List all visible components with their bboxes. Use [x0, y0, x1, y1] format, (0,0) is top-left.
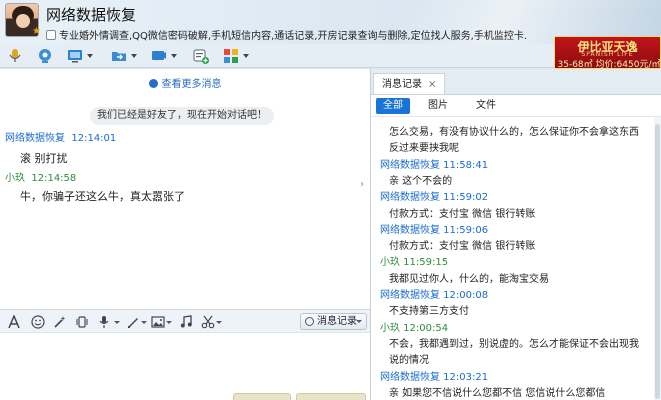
folder-arrow-icon [112, 52, 126, 61]
chevron-down-icon[interactable] [171, 54, 177, 58]
history-message-text: 亲 这个不会的 [389, 176, 453, 187]
add-chat-icon [193, 49, 209, 64]
remote-desktop-button[interactable] [66, 46, 93, 66]
history-tab-bar: 消息记录 × [371, 69, 661, 95]
history-sender-line: 网络数据恢复 12:03:21 [380, 372, 489, 383]
history-scrollbar-thumb[interactable] [655, 124, 660, 399]
history-sender-line: 网络数据恢复 11:59:06 [380, 225, 489, 236]
signature-text: 专业婚外情调查,QQ微信密码破解,手机短信内容,通话记录,开房记录查询与删除,定… [59, 31, 527, 42]
signature-edit-icon [46, 30, 56, 40]
message-sender-line: 网络数据恢复 12:14:01 [5, 129, 116, 144]
chevron-down-icon[interactable] [166, 321, 172, 324]
view-more-messages-link[interactable]: 查看更多消息 [0, 75, 370, 90]
send-button[interactable] [296, 393, 366, 400]
advertisement-banner[interactable]: 伊比亚天逸 SPANISH LIFE 35-68㎡ 均价:6450元/㎡ [554, 36, 661, 70]
image-icon[interactable] [150, 314, 166, 330]
tab-message-history[interactable]: 消息记录 × [373, 73, 446, 94]
chevron-down-icon[interactable] [131, 54, 137, 58]
screen-share-button[interactable] [150, 46, 177, 66]
history-message-text: 付款方式：支付宝 微信 银行转账 [389, 241, 536, 252]
input-toolbar: 消息记录 [0, 309, 370, 333]
history-filter-row: 全部 图片 文件 [371, 95, 661, 117]
webcam-icon [39, 49, 51, 63]
chevron-down-icon[interactable] [114, 321, 120, 324]
history-message-text: 我都见过你人，什么的，能淘宝交易 [389, 274, 549, 285]
close-icon[interactable]: × [428, 79, 436, 90]
chevron-down-icon[interactable] [87, 54, 93, 58]
message-text: 滚 别打扰 [20, 152, 68, 165]
shake-window-icon[interactable] [74, 314, 90, 330]
clock-icon [148, 79, 158, 88]
history-message-text: 不支持第三方支付 [389, 306, 469, 317]
chevron-down-icon [356, 320, 362, 323]
history-message-text: 反过来要挟我呢 [389, 143, 459, 154]
sender-name[interactable]: 小玖 [5, 173, 25, 184]
expand-panel-arrow-icon[interactable]: › [360, 179, 370, 199]
message-input[interactable] [0, 333, 370, 400]
screenshot-icon[interactable] [125, 314, 141, 330]
message-sender-line: 小玖 12:14:58 [5, 169, 76, 184]
create-group-button[interactable] [192, 46, 210, 66]
history-sender-line: 小玖 11:59:15 [380, 257, 449, 268]
magic-wand-icon[interactable] [52, 314, 68, 330]
vip-star-icon: ★ [32, 26, 41, 37]
send-file-button[interactable] [110, 46, 137, 66]
history-message-text: 亲 如果您不信说什么您都不信 您信说什么您都信 [389, 388, 606, 399]
message-text: 牛，你骗子还这么牛，真太嚣张了 [20, 190, 185, 203]
message-time: 12:14:01 [71, 133, 117, 144]
chat-message-area[interactable]: 查看更多消息 我们已经是好友了，现在开始对话吧！ 网络数据恢复 12:14:01… [0, 69, 370, 309]
message-time: 12:14:58 [31, 173, 77, 184]
history-message-text: 说的情况 [389, 355, 429, 366]
clock-icon [305, 317, 314, 326]
tab-label: 消息记录 [382, 79, 422, 90]
screen-share-icon [152, 51, 166, 60]
history-message-text: 付款方式：支付宝 微信 银行转账 [389, 209, 536, 220]
chevron-down-icon[interactable] [141, 321, 147, 324]
chevron-down-icon[interactable] [243, 54, 249, 58]
view-more-label: 查看更多消息 [161, 79, 222, 90]
close-button[interactable] [233, 393, 291, 400]
history-sender-line: 网络数据恢复 12:00:08 [380, 290, 489, 301]
history-sender-line: 小玖 12:00:54 [380, 323, 449, 334]
history-sender-line: 网络数据恢复 11:58:41 [380, 160, 489, 171]
filter-images[interactable]: 图片 [423, 98, 453, 114]
sender-name[interactable]: 网络数据恢复 [5, 133, 65, 144]
filter-all[interactable]: 全部 [376, 98, 410, 114]
microphone-icon [9, 49, 21, 62]
emoji-icon[interactable] [30, 314, 46, 330]
scissors-icon[interactable] [200, 314, 216, 330]
font-icon[interactable] [6, 314, 22, 330]
history-message-text: 不会，我都遇到过，别说虚的。怎么才能保证不会出现我 [389, 339, 639, 350]
contact-signature: 专业婚外情调查,QQ微信密码破解,手机短信内容,通话记录,开房记录查询与删除,定… [46, 27, 606, 42]
voice-call-button[interactable] [6, 46, 24, 66]
apps-button[interactable] [222, 46, 249, 66]
app-grid-icon [224, 49, 238, 63]
filter-files[interactable]: 文件 [469, 98, 503, 114]
history-message-text: 怎么交易，有没有协议什么的，怎么保证你不会拿这东西 [389, 127, 639, 138]
message-history-button[interactable]: 消息记录 [300, 313, 367, 330]
music-note-icon[interactable] [178, 314, 194, 330]
message-history-panel: 消息记录 × 全部 图片 文件 怎么交易，有没有协议什么的，怎么保证你不会拿这东西… [371, 69, 661, 400]
voice-message-icon[interactable] [96, 314, 112, 330]
system-message: 我们已经是好友了，现在开始对话吧！ [90, 107, 274, 125]
monitor-icon [68, 50, 82, 63]
message-history-label: 消息记录 [317, 316, 357, 327]
video-call-button[interactable] [36, 46, 54, 66]
history-sender-line: 网络数据恢复 11:59:02 [380, 192, 489, 203]
chevron-down-icon[interactable] [216, 321, 222, 324]
contact-name[interactable]: 网络数据恢复 [46, 4, 136, 25]
